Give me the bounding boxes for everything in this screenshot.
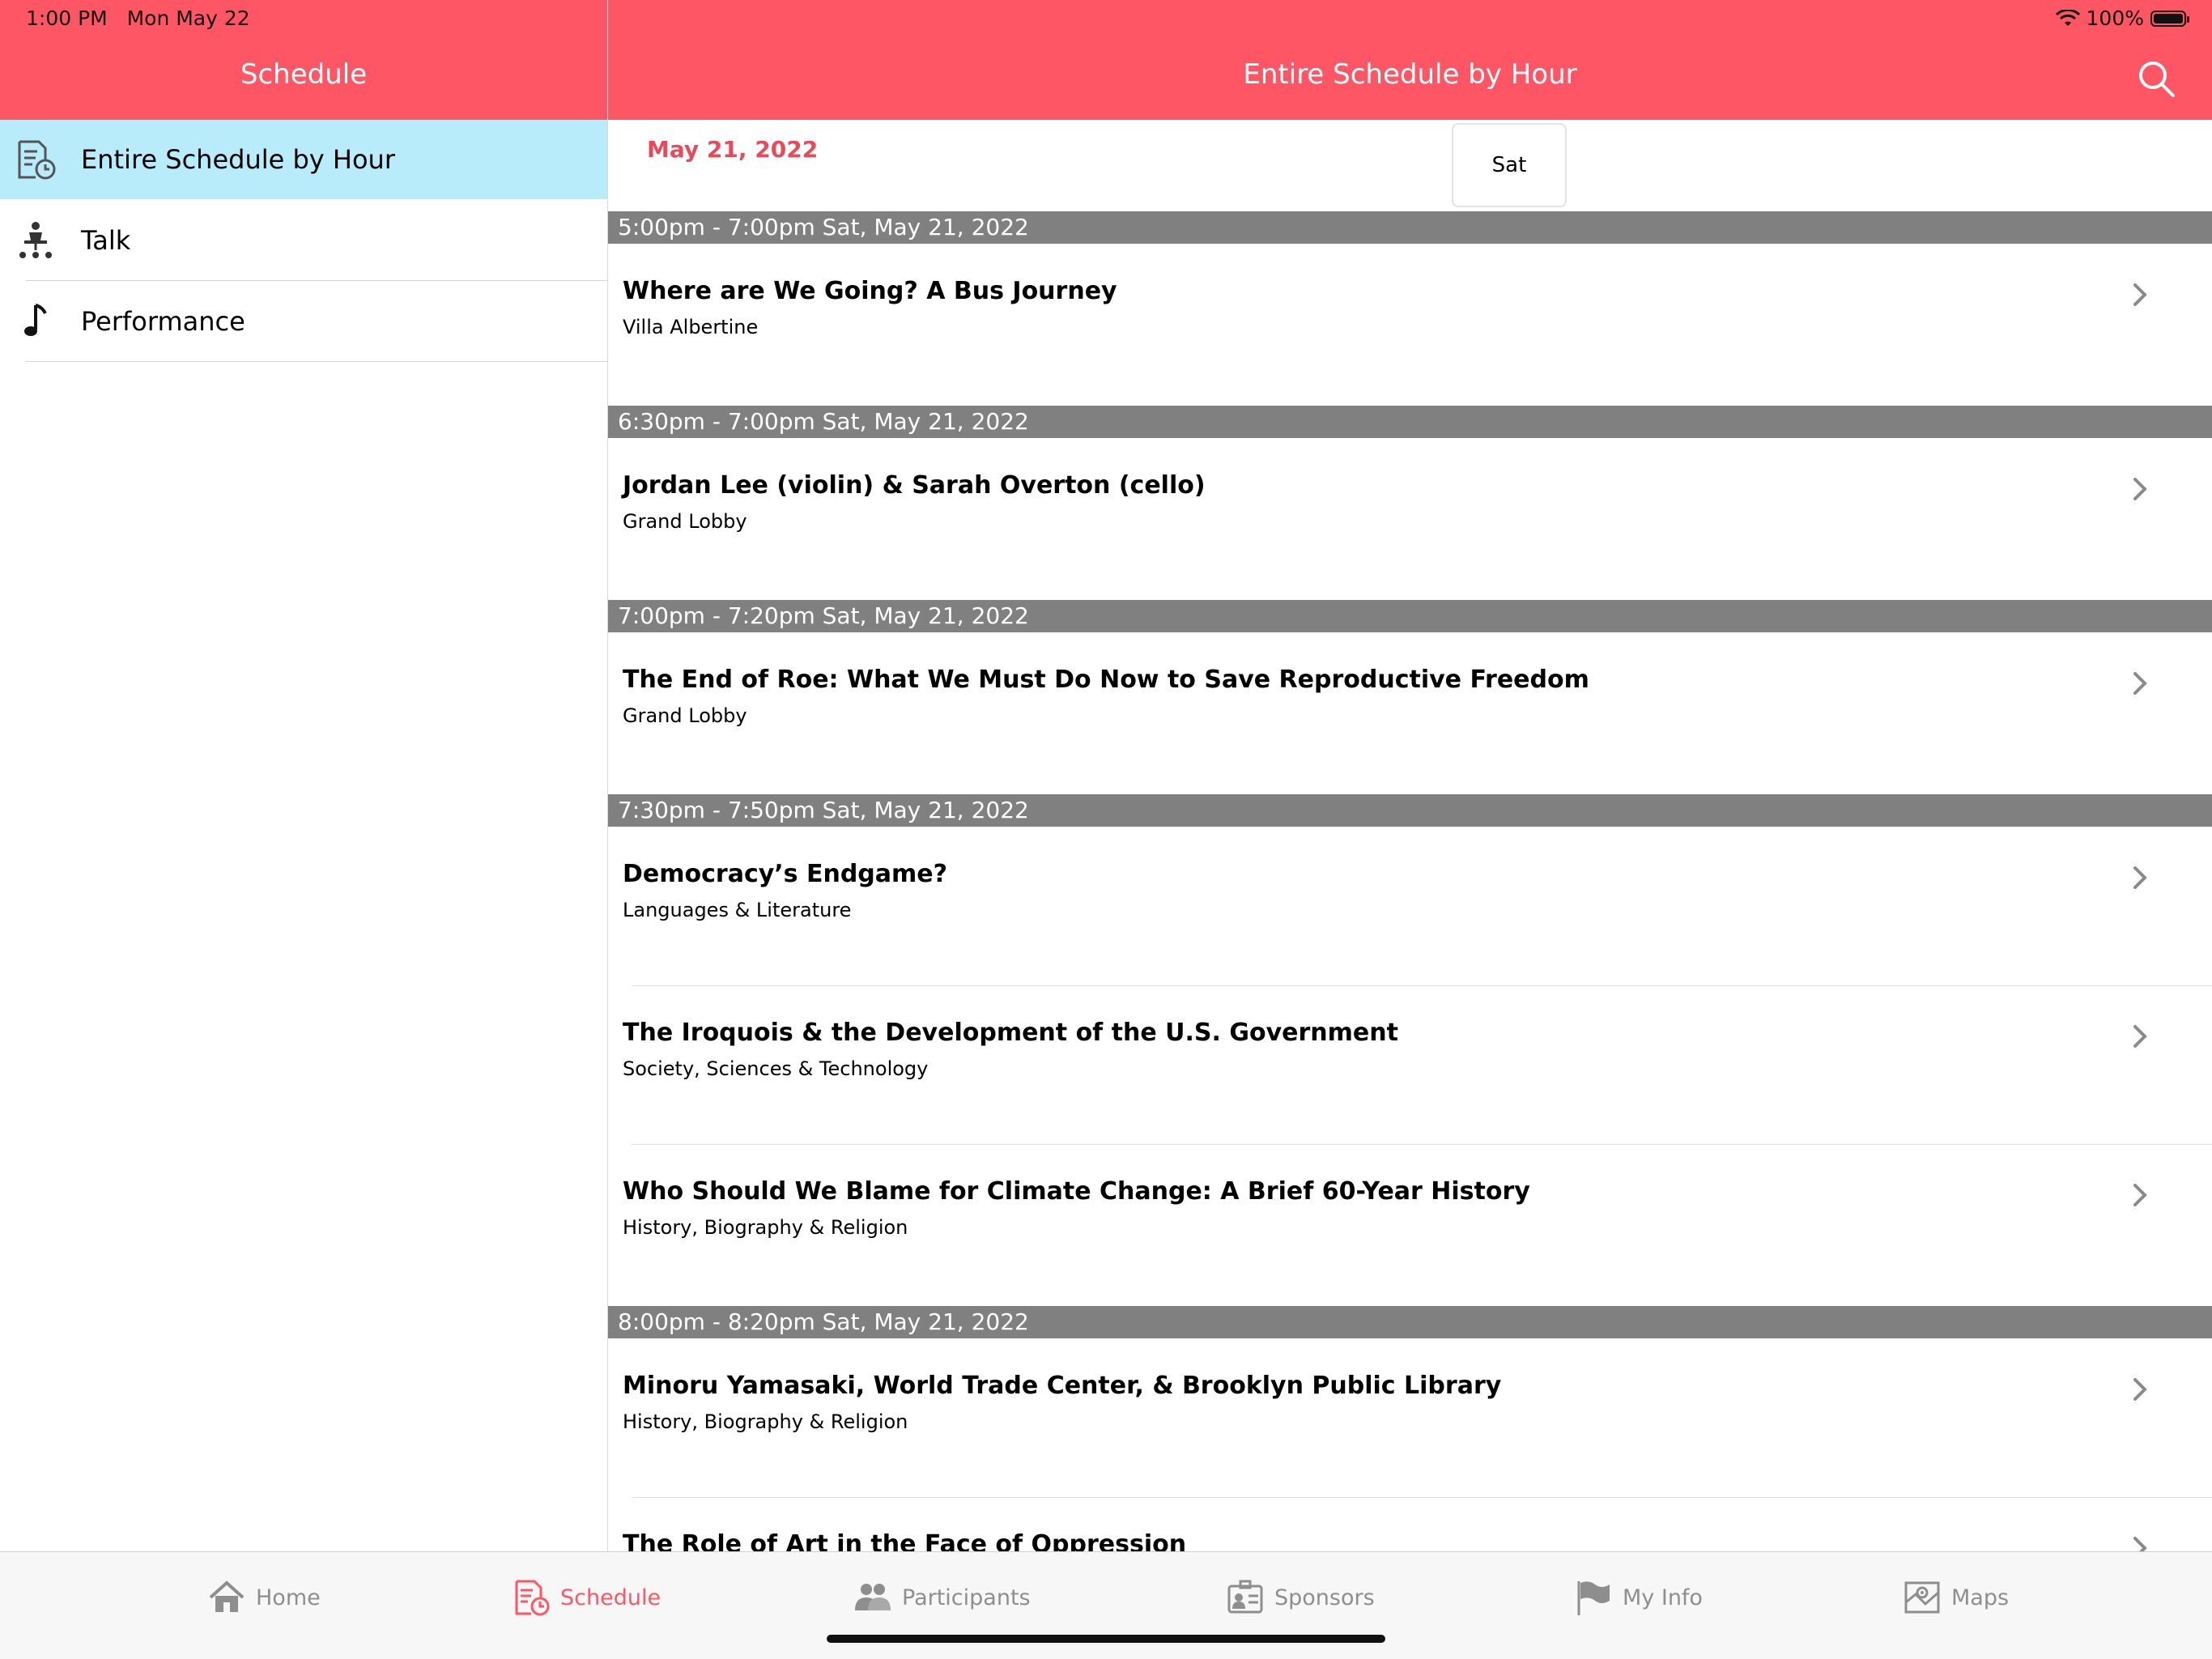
page-title: Entire Schedule by Hour — [1243, 58, 1577, 91]
sponsors-icon — [1227, 1580, 1263, 1614]
tab-bar: Home Schedule Participants Sponsors My I… — [0, 1551, 2212, 1659]
event-title: The Iroquois & the Development of the U.… — [623, 1019, 1398, 1047]
time-slot-header: 7:30pm - 7:50pm Sat, May 21, 2022 — [608, 794, 2212, 827]
map-icon — [1904, 1581, 1940, 1614]
sidebar-item-talk[interactable]: Talk — [0, 201, 607, 280]
chevron-right-icon — [2133, 672, 2147, 695]
status-time: 1:00 PM Mon May 22 — [26, 6, 250, 30]
sidebar-title: Schedule — [240, 58, 368, 91]
tab-label: Home — [256, 1585, 321, 1610]
event-title: Jordan Lee (violin) & Sarah Overton (cel… — [623, 471, 1206, 500]
status-date: Mon May 22 — [126, 6, 250, 30]
sidebar-divider — [26, 280, 607, 281]
sidebar-item-label: Talk — [81, 225, 131, 256]
search-icon[interactable] — [2136, 58, 2176, 99]
tab-label: Sponsors — [1274, 1585, 1375, 1610]
date-label: May 21, 2022 — [647, 136, 819, 163]
event-title: Where are We Going? A Bus Journey — [623, 277, 1117, 305]
chevron-right-icon — [2133, 866, 2147, 889]
event-location: Grand Lobby — [623, 704, 747, 727]
event-title: The Role of Art in the Face of Oppressio… — [623, 1530, 1187, 1551]
tab-participants[interactable]: Participants — [853, 1576, 1031, 1619]
tab-label: Participants — [902, 1585, 1031, 1610]
tab-label: My Info — [1623, 1585, 1703, 1610]
sidebar-item-entire-schedule[interactable]: Entire Schedule by Hour — [0, 120, 607, 199]
event-location: History, Biography & Religion — [623, 1410, 908, 1433]
event-title: Minoru Yamasaki, World Trade Center, & B… — [623, 1372, 1502, 1400]
event-location: History, Biography & Religion — [623, 1216, 908, 1239]
chevron-right-icon — [2133, 1184, 2147, 1206]
chevron-right-icon — [2133, 283, 2147, 306]
status-right: 100% — [2055, 6, 2189, 30]
chevron-right-icon — [2133, 478, 2147, 500]
schedule-icon — [515, 1580, 550, 1616]
event-title: Democracy’s Endgame? — [623, 860, 948, 888]
battery-percent: 100% — [2086, 6, 2144, 30]
event-title: The End of Roe: What We Must Do Now to S… — [623, 666, 1589, 694]
flag-icon — [1577, 1581, 1610, 1615]
row-divider — [632, 1497, 2212, 1498]
participants-icon — [855, 1584, 891, 1610]
time-slot-header: 6:30pm - 7:00pm Sat, May 21, 2022 — [608, 406, 2212, 438]
sidebar-item-label: Performance — [81, 306, 245, 337]
event-location: Villa Albertine — [623, 316, 759, 338]
row-divider — [632, 1144, 2212, 1145]
speaker-podium-icon — [15, 219, 57, 262]
schedule-clock-icon — [15, 138, 57, 181]
sidebar-item-performance[interactable]: Performance — [0, 282, 607, 361]
event-location: Society, Sciences & Technology — [623, 1057, 929, 1080]
chevron-right-icon — [2133, 1378, 2147, 1401]
time-slot-header: 7:00pm - 7:20pm Sat, May 21, 2022 — [608, 600, 2212, 632]
event-title: Who Should We Blame for Climate Change: … — [623, 1177, 1530, 1206]
chevron-right-icon — [2133, 1537, 2147, 1551]
day-picker-button[interactable]: Sat — [1452, 123, 1567, 207]
time-slot-header: 5:00pm - 7:00pm Sat, May 21, 2022 — [608, 211, 2212, 244]
sidebar-divider — [26, 361, 607, 362]
row-divider — [632, 985, 2212, 986]
tab-label: Maps — [1951, 1585, 2010, 1610]
chevron-right-icon — [2133, 1025, 2147, 1048]
tab-my-info[interactable]: My Info — [1574, 1576, 1703, 1619]
sidebar: Entire Schedule by Hour Talk Performance — [0, 120, 608, 1551]
tab-home[interactable]: Home — [207, 1576, 321, 1619]
event-location: Grand Lobby — [623, 510, 747, 533]
tab-maps[interactable]: Maps — [1903, 1576, 2009, 1619]
status-clock: 1:00 PM — [26, 6, 108, 30]
tab-label: Schedule — [560, 1585, 661, 1610]
event-location: Languages & Literature — [623, 899, 852, 921]
music-note-icon — [15, 300, 57, 342]
tab-schedule[interactable]: Schedule — [512, 1576, 661, 1619]
battery-icon — [2150, 10, 2189, 27]
wifi-icon — [2055, 9, 2080, 26]
home-icon — [209, 1580, 245, 1612]
top-bar: 1:00 PM Mon May 22 100% Schedule Entire … — [0, 0, 2212, 120]
time-slot-header: 8:00pm - 8:20pm Sat, May 21, 2022 — [608, 1306, 2212, 1338]
sidebar-item-label: Entire Schedule by Hour — [81, 144, 395, 175]
schedule-list: May 21, 2022 Sat 5:00pm - 7:00pm Sat, Ma… — [608, 120, 2212, 1551]
tab-sponsors[interactable]: Sponsors — [1226, 1576, 1375, 1619]
home-indicator[interactable] — [827, 1635, 1385, 1643]
